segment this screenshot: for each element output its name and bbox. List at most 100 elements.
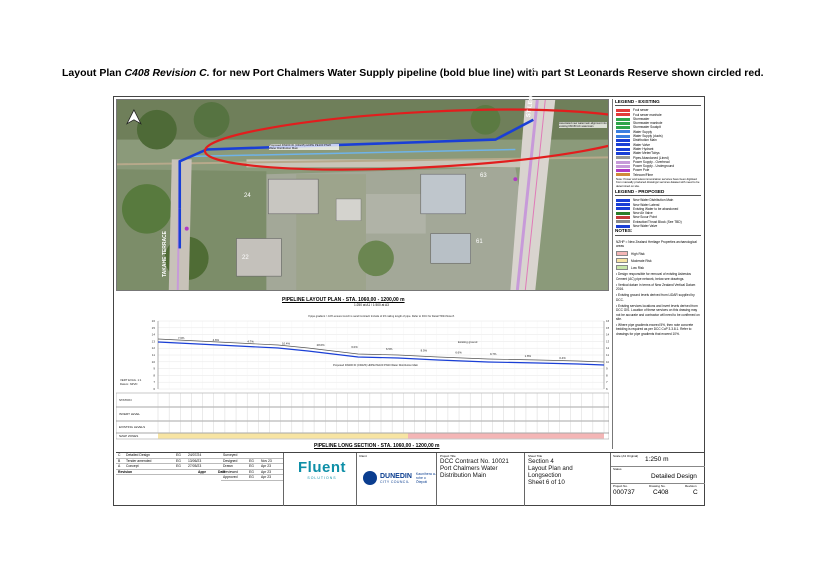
- legend-symbol-icon: [616, 173, 630, 177]
- risk-item: Low Risk: [616, 264, 700, 271]
- y-tick-label-right: 12: [606, 346, 609, 350]
- grade-label: 8.5%: [421, 349, 428, 353]
- revision-cell: A: [118, 464, 121, 469]
- grade-label: 28.6%: [317, 343, 325, 347]
- lot-22: 22: [242, 255, 249, 261]
- legend-symbol-icon: [616, 126, 630, 130]
- approval-cell: Drawn: [223, 464, 233, 469]
- legend-symbol-icon: [616, 220, 630, 224]
- grade-label: 0.4%: [559, 356, 566, 360]
- sheet-line-3: Longsection: [528, 472, 562, 479]
- note-item: • Design responsible for removal of exis…: [616, 272, 691, 281]
- grade-label: 6.6%: [455, 350, 462, 354]
- legend-proposed-title: LEGEND - PROPOSED: [615, 189, 701, 197]
- y-tick-label: 16: [152, 319, 156, 323]
- note-item: • Where pipe gradients exceed 5%, then n…: [616, 323, 694, 336]
- risk-label: High Risk: [631, 251, 645, 256]
- y-tick-label: 14: [152, 333, 156, 337]
- lot-24: 24: [244, 193, 251, 199]
- y-tick-label: 12: [152, 346, 156, 350]
- revision-label: Revision: [685, 484, 697, 488]
- grade-label: 7.6%: [178, 336, 185, 340]
- dcc-name: DUNEDIN: [380, 472, 412, 480]
- revision-cell: EG: [176, 464, 181, 469]
- legend-symbol-icon: [616, 113, 630, 117]
- pipe-profile-label: Proposed DN200 ID (OD225) HDPE PE100 PN2…: [333, 363, 419, 367]
- lot-61: 61: [476, 239, 483, 245]
- grade-label: 4.7%: [247, 340, 254, 344]
- y-tick-label-right: 11: [606, 353, 609, 357]
- grade-label: 10.4%: [282, 341, 290, 345]
- dcc-emblem-icon: [363, 471, 377, 485]
- approval-cell: Reviewed: [223, 469, 238, 474]
- drawing-no: C408: [653, 489, 669, 496]
- existing-ground-label: Existing ground: [458, 340, 478, 344]
- client-block: Client DUNEDIN CITY COUNCIL Kaunihera a-…: [356, 453, 436, 506]
- legend-panel: LEGEND - EXISTING Foul sewer Foul sewer m…: [612, 99, 703, 449]
- legend-symbol-icon: [616, 169, 630, 173]
- y-tick-label-right: 15: [606, 326, 609, 330]
- project-title-block: Project Title DCC Contract No. 10021 Por…: [436, 453, 524, 506]
- revision-value: C: [693, 489, 698, 496]
- sheet-line-2: Layout Plan and: [528, 465, 573, 472]
- risk-label: Moderate Risk: [631, 258, 652, 263]
- grade-label: 6.5%: [386, 347, 393, 351]
- rev-header-appr: Appr: [198, 469, 206, 474]
- revision-cell: C: [118, 453, 121, 458]
- datum-label: Datum: NZVD: [120, 382, 137, 386]
- y-tick-label-right: 10: [606, 360, 609, 364]
- notes-list: • Design responsible for removal of exis…: [616, 272, 700, 336]
- project-line-3: Distribution Main: [440, 472, 487, 479]
- sheet-line-4: Sheet 6 of 10: [528, 479, 565, 486]
- risk-item: High Risk: [616, 250, 700, 257]
- pipe-callout: Proposed DN200 ID (OD225) HDPE PE100 PN2…: [269, 143, 339, 151]
- drawing-no-label: Drawing No.: [649, 484, 666, 488]
- approval-cell: EG: [249, 458, 254, 463]
- dcc-sub: CITY COUNCIL: [380, 479, 410, 484]
- approval-row: Approved EG Apr 23: [221, 475, 283, 481]
- revision-cell: Tender amended: [126, 458, 152, 463]
- status-label: Status: [613, 467, 622, 471]
- revision-table: C Detailed Design EG 24/07/24 B Tender amende…: [116, 453, 284, 506]
- approval-cell: Designed: [223, 458, 238, 463]
- revision-cell: EG: [176, 453, 181, 458]
- approval-cell: Nov 23: [261, 458, 272, 463]
- approval-cell: Surveyed: [223, 453, 238, 458]
- dcc-logo: DUNEDIN CITY COUNCIL Kaunihera a-rohe o …: [363, 471, 438, 485]
- risk-swatch: [616, 258, 628, 264]
- scale-label: Scale (A3 Original): [613, 454, 639, 458]
- long-section-row-label: STATION: [119, 398, 132, 402]
- project-line-2: Port Chalmers Water: [440, 465, 498, 472]
- fluent-logo: Fluent SOLUTIONS: [286, 459, 358, 499]
- revision-cell: 13/06/23: [188, 458, 202, 463]
- legend-symbol-icon: [616, 143, 630, 147]
- legend-symbol-icon: [616, 216, 630, 220]
- long-section-row-label: EXISTING LEVELS: [119, 425, 145, 429]
- street-label-takahe: TAKAHE TERRACE: [162, 230, 168, 277]
- scale-value: 1:250 m: [645, 456, 669, 463]
- y-tick-label-right: 16: [606, 319, 609, 323]
- approval-cell: Approved: [223, 475, 238, 480]
- sheet-title-block: Sheet Title Section 4 Layout Plan and Lo…: [524, 453, 610, 506]
- lot-63: 63: [480, 173, 487, 179]
- legend-existing-list: Foul sewer Foul sewer manhole Stormwater St…: [613, 108, 703, 177]
- legend-symbol-icon: [616, 147, 630, 151]
- approval-cell: Apr 23: [261, 475, 271, 480]
- legend-symbol-icon: [616, 117, 630, 121]
- approval-cell: Apr 23: [261, 469, 271, 474]
- long-section-row-label: INVERT LEVEL: [119, 412, 140, 416]
- grade-label: 4.6%: [213, 338, 220, 342]
- risk-swatch: [616, 265, 628, 271]
- sheet-line-1: Section 4: [528, 458, 554, 465]
- note-item: • Vertical datum in terms of New Zealand…: [616, 282, 696, 292]
- long-section-title: PIPELINE LONG SECTION - STA. 1060,00 - 1…: [314, 443, 440, 449]
- status-value: Detailed Design: [651, 473, 697, 480]
- project-line-1: DCC Contract No. 10021: [440, 458, 509, 465]
- revision-cell: Detailed Design: [126, 453, 150, 458]
- y-tick-label: 13: [152, 339, 156, 343]
- rev-header-revision: Revision: [118, 469, 133, 474]
- long-section: 16 16 15 15 14 14 13 13 12 12 11 11 10 10 9 9 8 8 7 7 6 6 7.6%…: [116, 307, 609, 442]
- legend-proposed-list: New Water Distribution Main New Water Lat…: [613, 198, 703, 228]
- revision-cell: 27/05/23: [188, 464, 202, 469]
- grade-label: 1.8%: [525, 354, 532, 358]
